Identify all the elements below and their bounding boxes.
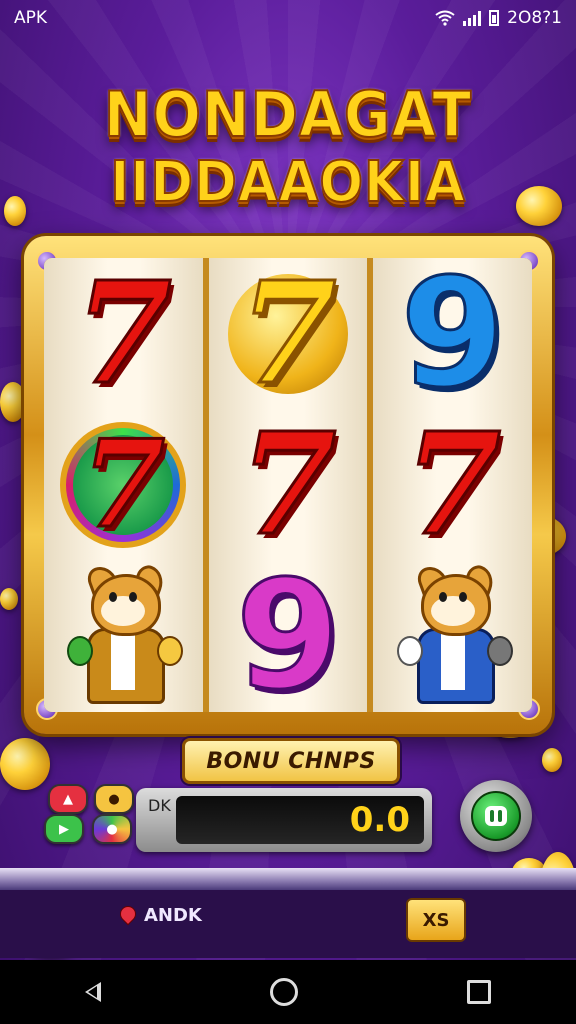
signal-icon: [463, 10, 482, 26]
wifi-icon: [435, 10, 455, 26]
machine-tray: [0, 868, 576, 890]
symbol-gold-seven: 7: [218, 262, 358, 405]
coin-decoration: [516, 186, 562, 226]
mini-button-gold[interactable]: ●: [94, 784, 134, 814]
status-bar: APK 2O8?1: [0, 0, 576, 36]
bottom-bar: [0, 890, 576, 958]
status-app-label: APK: [14, 8, 48, 28]
recent-apps-icon[interactable]: [467, 980, 492, 1004]
coin-decoration: [4, 196, 26, 226]
credit-display: DK 0.0: [136, 788, 432, 852]
battery-icon: [489, 10, 500, 26]
reels-area: 7 7 7 7 9 9 7: [44, 258, 532, 712]
home-icon[interactable]: [269, 978, 298, 1006]
symbol-red-seven: 7: [402, 402, 502, 567]
reel-3: 9 7: [367, 258, 532, 712]
game-title-line1: NONDAGAT: [103, 77, 473, 152]
bonus-chips-button[interactable]: BONU CHNPS: [182, 738, 400, 784]
reel-2: 7 7 9: [202, 258, 368, 712]
spin-button-icon: [471, 791, 521, 841]
cat-mascot-blue-suit: [393, 562, 513, 706]
game-title-line2: IIDDAAOKIA: [109, 149, 466, 216]
credit-display-label: DK: [148, 796, 171, 815]
pin-icon: [118, 906, 136, 926]
coin-decoration: [542, 748, 562, 772]
reel-1: 7 7: [44, 258, 203, 712]
mini-button-red[interactable]: ▲: [48, 784, 88, 814]
coin-decoration: [0, 588, 18, 610]
slot-machine-frame: 7 7 7 7 9 9 7: [24, 236, 552, 734]
back-icon[interactable]: [84, 982, 101, 1002]
credit-screen: 0.0: [176, 796, 424, 844]
android-nav-bar: [0, 960, 576, 1024]
spin-button[interactable]: [460, 780, 532, 852]
xs-button[interactable]: XS: [406, 898, 466, 942]
symbol-blue-nine: 9: [399, 258, 506, 421]
mini-button-multi[interactable]: ●: [92, 814, 132, 844]
mini-buttons-group: ▲ ● ▶ ●: [44, 782, 134, 844]
status-time: 2O8?1: [507, 8, 562, 28]
andk-label-group[interactable]: ANDK: [118, 905, 202, 926]
cat-mascot-gold-suit: [63, 562, 184, 706]
status-icons: 2O8?1: [435, 8, 562, 28]
mini-button-green[interactable]: ▶: [44, 814, 84, 844]
coin-decoration: [0, 382, 26, 422]
andk-label: ANDK: [144, 905, 202, 926]
symbol-red-seven: 7: [238, 402, 338, 567]
symbol-red-seven-rainbow-ring: 7: [53, 415, 193, 555]
coin-decoration: [0, 738, 50, 790]
credit-value: 0.0: [349, 800, 410, 840]
symbol-red-seven: 7: [73, 258, 173, 416]
symbol-purple-nine: 9: [234, 549, 341, 712]
